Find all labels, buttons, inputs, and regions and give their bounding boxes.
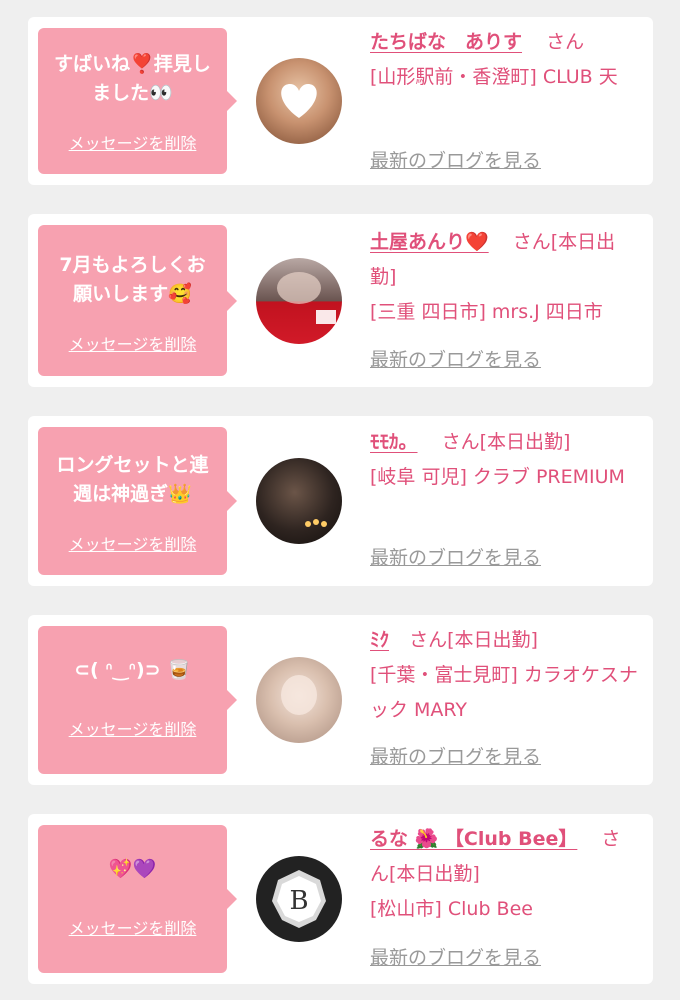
avatar[interactable] [256,657,342,743]
cast-name-link[interactable]: ﾓﾓｶ。 [370,431,418,453]
profile-info: るな 🌺 【Club Bee】 さん[本日出勤] [松山市] Club Bee [370,822,639,927]
shop-info: [松山市] Club Bee [370,898,533,920]
message-text: 7月もよろしくお 願いします🥰 [59,254,206,305]
avatar[interactable]: B [256,856,342,942]
svg-text:B: B [289,886,308,916]
delete-message-link[interactable]: メッセージを削除 [38,531,227,555]
list-item: ロングセットと連 週は神過ぎ👑 メッセージを削除 ﾓﾓｶ。 さん[本日出勤] [… [28,416,653,586]
profile-info: たちばな ありす さん [山形駅前・香澄町] CLUB 天 [370,25,639,95]
message-bubble: すばいね❣️拝見し ました👀 メッセージを削除 [38,28,237,174]
list-item: ⊂( ᐢ‿ᐢ)⊃ 🥃 メッセージを削除 ﾐｸ さん[本日出勤] [千葉・富士見町… [28,615,653,785]
message-bubble: 💖💜 メッセージを削除 [38,825,237,973]
profile-info: 土屋あんり❤️ さん[本日出勤] [三重 四日市] mrs.J 四日市 [370,225,639,330]
delete-message-link[interactable]: メッセージを削除 [38,130,227,154]
profile-info: ﾐｸ さん[本日出勤] [千葉・富士見町] カラオケスナック MARY [370,623,639,728]
delete-message-link[interactable]: メッセージを削除 [38,716,227,740]
portrait-icon [277,272,336,324]
shop-info: [岐阜 可児] クラブ PREMIUM [370,466,625,488]
shop-info: [山形駅前・香澄町] CLUB 天 [370,66,618,88]
message-text: ⊂( ᐢ‿ᐢ)⊃ 🥃 [74,658,191,681]
candle-icon [305,519,327,527]
latest-blog-link[interactable]: 最新のブログを見る [370,742,541,769]
message-text: 💖💜 [108,857,157,880]
message-text: ロングセットと連 週は神過ぎ👑 [56,454,209,505]
latest-blog-link[interactable]: 最新のブログを見る [370,943,541,970]
cast-name-link[interactable]: ﾐｸ [370,629,389,651]
message-bubble: ロングセットと連 週は神過ぎ👑 メッセージを削除 [38,427,237,575]
shop-info: [千葉・富士見町] カラオケスナック MARY [370,664,638,721]
message-list: すばいね❣️拝見し ました👀 メッセージを削除 たちばな ありす さん [山形駅… [0,0,680,1000]
cast-suffix: さん [546,31,585,53]
profile-info: ﾓﾓｶ。 さん[本日出勤] [岐阜 可児] クラブ PREMIUM [370,425,639,495]
club-logo-icon: B [272,870,326,928]
portrait-icon [281,675,317,715]
cast-suffix: さん[本日出勤] [409,629,538,651]
list-item: 💖💜 メッセージを削除 B るな 🌺 【Club Bee】 さん[本日出勤] [… [28,814,653,984]
cast-name-link[interactable]: るな 🌺 【Club Bee】 [370,828,577,850]
message-text: すばいね❣️拝見し ました👀 [54,53,211,104]
message-bubble: 7月もよろしくお 願いします🥰 メッセージを削除 [38,225,237,376]
latest-blog-link[interactable]: 最新のブログを見る [370,146,541,173]
cast-suffix: さん[本日出勤] [441,431,571,453]
cast-name-link[interactable]: たちばな ありす [370,31,522,53]
avatar[interactable] [256,258,342,344]
cast-name-link[interactable]: 土屋あんり❤️ [370,231,489,253]
avatar[interactable] [256,458,342,544]
delete-message-link[interactable]: メッセージを削除 [38,915,227,939]
message-bubble: ⊂( ᐢ‿ᐢ)⊃ 🥃 メッセージを削除 [38,626,237,774]
list-item: すばいね❣️拝見し ました👀 メッセージを削除 たちばな ありす さん [山形駅… [28,17,653,185]
latest-blog-link[interactable]: 最新のブログを見る [370,345,541,372]
delete-message-link[interactable]: メッセージを削除 [38,331,227,355]
latest-blog-link[interactable]: 最新のブログを見る [370,543,541,570]
heart-icon [281,84,317,118]
avatar[interactable] [256,58,342,144]
list-item: 7月もよろしくお 願いします🥰 メッセージを削除 土屋あんり❤️ さん[本日出勤… [28,214,653,387]
shop-info: [三重 四日市] mrs.J 四日市 [370,301,603,323]
